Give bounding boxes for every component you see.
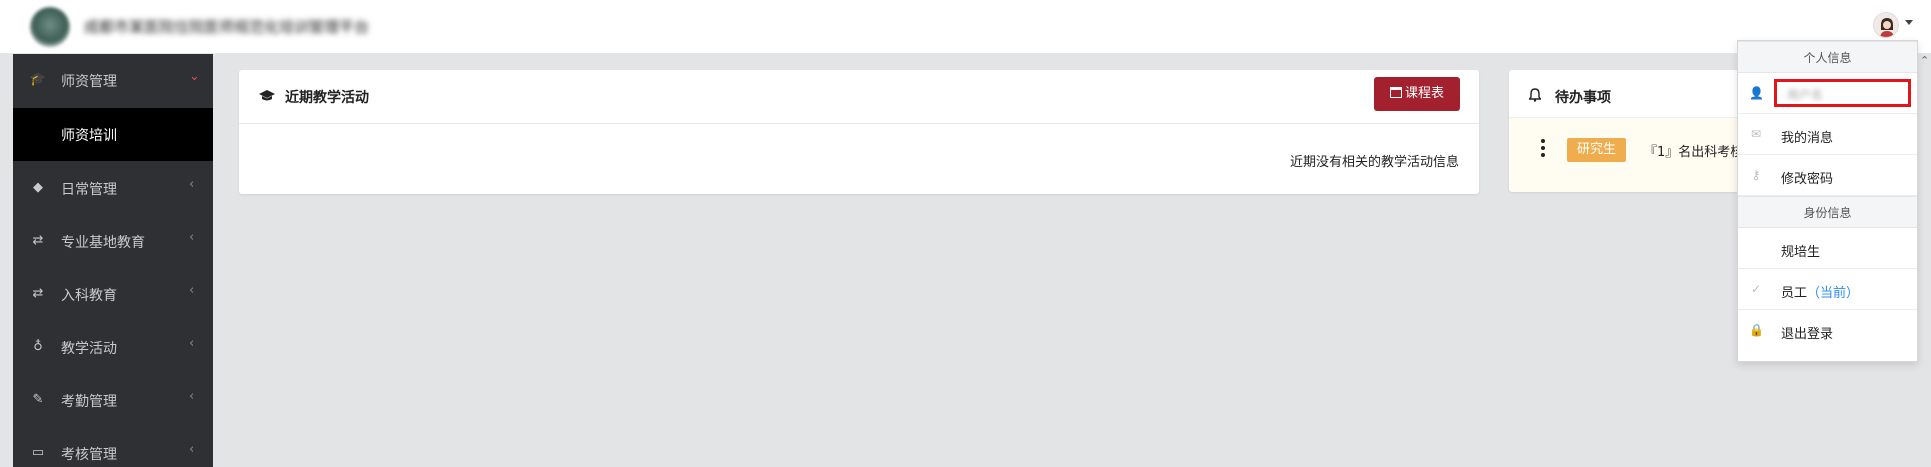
chevron-left-icon: ‹	[189, 336, 195, 351]
system-title: 成都市某医院住院医师规范化培训管理平台	[84, 18, 370, 36]
lock-icon: 🔒	[1749, 323, 1764, 337]
sidebar-item-label: 考核管理	[61, 447, 117, 463]
bell-icon	[1528, 88, 1549, 106]
todo-item[interactable]: 研究生 『1』名出科考核	[1509, 138, 1739, 168]
role-staff-item[interactable]: ✓ 员工（当前）	[1738, 269, 1917, 310]
user-dropdown-menu: 个人信息 👤 用户名 ✉ 我的消息 ⚷ 修改密码 身份信息 规培生 ✓ 员工（当…	[1737, 40, 1918, 362]
menu-item-label: 规培生	[1781, 245, 1821, 260]
schedule-button[interactable]: 课程表	[1374, 77, 1460, 111]
chevron-left-icon: ‹	[189, 442, 195, 457]
role-staff-label: 员工	[1781, 286, 1808, 301]
card-header: 待办事项	[1509, 70, 1739, 118]
personal-info-header: 个人信息	[1738, 41, 1917, 73]
menu-item-label: 修改密码	[1781, 172, 1834, 187]
chevron-left-icon: ‹	[189, 283, 195, 298]
sidebar-item-department-orientation[interactable]: ⇄ 入科教育 ‹	[13, 268, 213, 321]
sidebar: 🎓 师资管理 ⌄ 师资培训 ◆ 日常管理 ‹ ⇄ 专业基地教育 ‹ ⇄ 入科教育…	[13, 54, 213, 467]
sidebar-item-label: 考勤管理	[61, 394, 117, 410]
user-avatar-icon[interactable]	[1873, 12, 1899, 38]
tag-icon: ◆	[33, 180, 43, 195]
card-title: 待办事项	[1528, 87, 1611, 107]
chevron-left-icon: ‹	[189, 177, 195, 192]
username-item[interactable]: 👤 用户名	[1738, 73, 1917, 114]
sidebar-subitem-faculty-training[interactable]: 师资培训	[13, 108, 213, 161]
envelope-icon: ✉	[1750, 127, 1762, 141]
card-title: 近期教学活动	[259, 87, 369, 107]
username-text: 用户名	[1787, 88, 1824, 102]
card-title-text: 待办事项	[1555, 90, 1611, 106]
identity-info-header: 身份信息	[1738, 196, 1917, 228]
brush-icon: ✎	[32, 392, 44, 407]
more-vertical-icon[interactable]	[1541, 139, 1545, 160]
empty-activities-message: 近期没有相关的教学活动信息	[1289, 155, 1459, 170]
chevron-down-icon[interactable]	[1905, 20, 1913, 25]
todo-text[interactable]: 『1』名出科考核	[1644, 141, 1739, 160]
category-badge: 研究生	[1567, 138, 1627, 162]
hospital-logo[interactable]	[30, 7, 70, 47]
chevron-down-icon: ⌄	[189, 69, 200, 84]
menu-item-label: 退出登录	[1781, 327, 1834, 342]
sidebar-item-teaching-activities[interactable]: ♁ 教学活动 ‹	[13, 321, 213, 374]
sidebar-item-faculty-management[interactable]: 🎓 师资管理 ⌄	[13, 54, 213, 107]
logout-item[interactable]: 🔒 退出登录	[1738, 310, 1917, 351]
sidebar-item-attendance-management[interactable]: ✎ 考勤管理 ‹	[13, 374, 213, 427]
sidebar-item-specialty-base-education[interactable]: ⇄ 专业基地教育 ‹	[13, 215, 213, 268]
user-icon: 👤	[1749, 86, 1764, 100]
key-icon: ⚷	[1751, 168, 1761, 182]
sidebar-item-label: 入科教育	[61, 288, 117, 304]
menu-item-label: 我的消息	[1781, 131, 1834, 146]
card-title-text: 近期教学活动	[285, 90, 369, 106]
card-header: 近期教学活动 课程表	[239, 70, 1479, 124]
scroll-up-icon[interactable]: ⌃	[1920, 54, 1929, 67]
graduation-cap-icon: 🎓	[29, 72, 47, 87]
chevron-left-icon: ‹	[189, 389, 195, 404]
retweet-icon: ⇄	[32, 233, 44, 248]
sidebar-item-label: 日常管理	[61, 182, 117, 198]
sidebar-item-daily-management[interactable]: ◆ 日常管理 ‹	[13, 162, 213, 215]
recent-activities-card: 近期教学活动 课程表 近期没有相关的教学活动信息	[239, 70, 1479, 194]
retweet-icon: ⇄	[32, 286, 44, 301]
desktop-icon: ▭	[31, 445, 45, 460]
todo-card: 待办事项 研究生 『1』名出科考核	[1509, 70, 1739, 192]
sidebar-subitem-label: 师资培训	[61, 128, 117, 144]
stethoscope-icon: ♁	[33, 339, 43, 354]
check-icon: ✓	[1750, 282, 1762, 296]
sidebar-item-label: 师资管理	[61, 74, 117, 90]
role-resident-item[interactable]: 规培生	[1738, 228, 1917, 269]
my-messages-item[interactable]: ✉ 我的消息	[1738, 114, 1917, 155]
top-header: 成都市某医院住院医师规范化培训管理平台	[0, 0, 1931, 54]
graduation-cap-icon	[259, 90, 279, 106]
menu-item-label: 员工（当前）	[1781, 282, 1859, 301]
schedule-button-label: 课程表	[1404, 86, 1444, 101]
chevron-left-icon: ‹	[189, 230, 195, 245]
change-password-item[interactable]: ⚷ 修改密码	[1738, 155, 1917, 196]
current-role-tag: （当前）	[1807, 286, 1860, 301]
username-highlight: 用户名	[1774, 79, 1911, 107]
sidebar-item-label: 教学活动	[61, 341, 117, 357]
sidebar-item-assessment-management[interactable]: ▭ 考核管理 ‹	[13, 427, 213, 467]
sidebar-item-label: 专业基地教育	[61, 235, 145, 251]
calendar-icon	[1389, 87, 1402, 98]
